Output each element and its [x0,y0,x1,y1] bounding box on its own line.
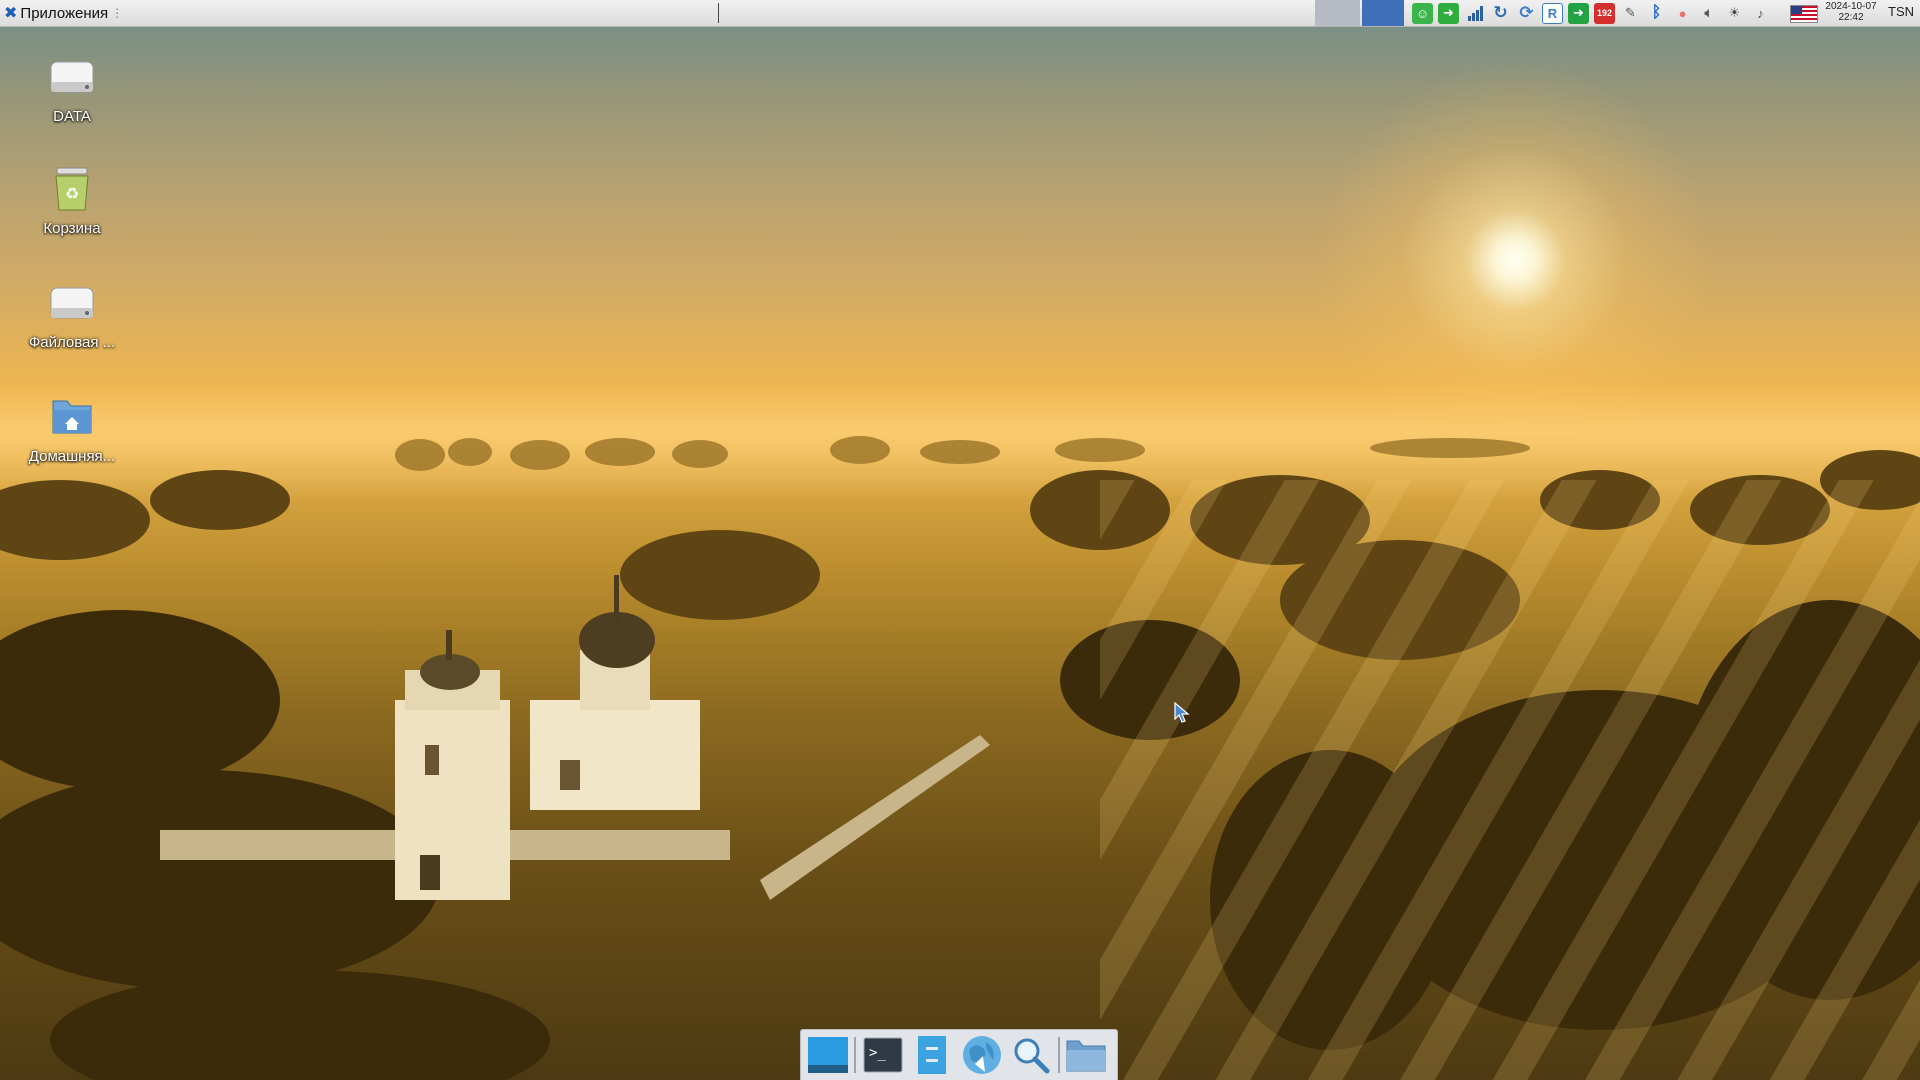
drive-icon [48,278,96,326]
drive-icon [48,52,96,100]
svg-text:♻: ♻ [65,186,79,203]
workspace-2[interactable] [1362,0,1404,26]
trash-icon: ♻ [48,164,96,212]
shield-badge-icon[interactable]: 192 [1594,2,1615,24]
workspace-1[interactable] [1315,0,1360,26]
desktop-icon-label: DATA [53,108,91,125]
web-browser-icon[interactable] [959,1032,1004,1078]
desktop-icon-home[interactable]: Домашняя... [12,392,132,465]
network-icon[interactable]: ✎ [1620,3,1641,24]
svg-text:>_: >_ [869,1045,886,1061]
sun-rays [1100,480,1920,1080]
mouse-pointer-icon [1174,701,1190,729]
clock-date: 2024-10-07 [1825,1,1877,12]
notifications-muted-icon[interactable]: ♪ [1750,3,1771,24]
desktop-icon-trash[interactable]: ♻ Корзина [12,164,132,237]
clock[interactable]: 2024-10-07 22:42 [1820,1,1882,23]
dock-separator [1057,1037,1060,1073]
system-tray: ☺ ➜ ↻ ⟳ R ➜ 192 ✎ ᛒ ● 🔈︎ ☀ ♪ [1412,2,1776,24]
show-desktop-icon[interactable] [805,1032,850,1078]
volume-icon[interactable]: 🔈︎ [1698,3,1719,24]
desktop-wallpaper [0,0,1920,1080]
weather-icon[interactable]: ☀ [1724,3,1745,24]
terminal-icon[interactable]: >_ [860,1032,905,1078]
top-panel: ✖ Приложения ⋮ ☺ ➜ ↻ ⟳ R ➜ 192 ✎ ᛒ ● 🔈︎ … [0,0,1920,27]
desktop-icon-data[interactable]: DATA [12,52,132,125]
update-icon[interactable]: ⟳ [1516,3,1537,24]
folder-icon[interactable] [1064,1032,1109,1078]
home-folder-icon [48,392,96,440]
green-arrow-icon[interactable]: ➜ [1568,2,1589,24]
bluetooth-icon[interactable]: ᛒ [1646,3,1667,24]
bottom-dock: >_ [800,1029,1118,1080]
file-manager-icon[interactable] [910,1032,955,1078]
green-app-icon[interactable]: ☺ [1412,2,1433,24]
xfce-logo-icon: ✖ [4,5,18,22]
us-flag-icon[interactable] [1790,5,1818,23]
panel-separator [718,3,719,23]
green-screen-icon[interactable]: ➜ [1438,2,1459,24]
desktop-icon-label: Корзина [43,220,101,237]
sync-icon[interactable]: ↻ [1490,3,1511,24]
search-icon[interactable] [1008,1032,1053,1078]
applications-menu-button[interactable]: ✖ Приложения ⋮ [0,0,127,26]
desktop-icon-filesystem[interactable]: Файловая ... [12,278,132,351]
keyboard-layout-indicator[interactable]: TSN [1888,4,1914,19]
desktop-icon-label: Домашняя... [28,448,116,465]
clock-time: 22:42 [1838,12,1864,23]
signal-bars-icon[interactable] [1464,3,1485,24]
applications-menu-label: Приложения [20,4,109,22]
dock-separator [854,1037,857,1073]
red-balloon-icon[interactable]: ● [1672,3,1693,24]
tray-badge-count: 192 [1596,8,1613,18]
desktop-icon-label: Файловая ... [28,334,116,351]
church [160,575,990,900]
remote-desktop-icon[interactable]: R [1542,2,1563,24]
